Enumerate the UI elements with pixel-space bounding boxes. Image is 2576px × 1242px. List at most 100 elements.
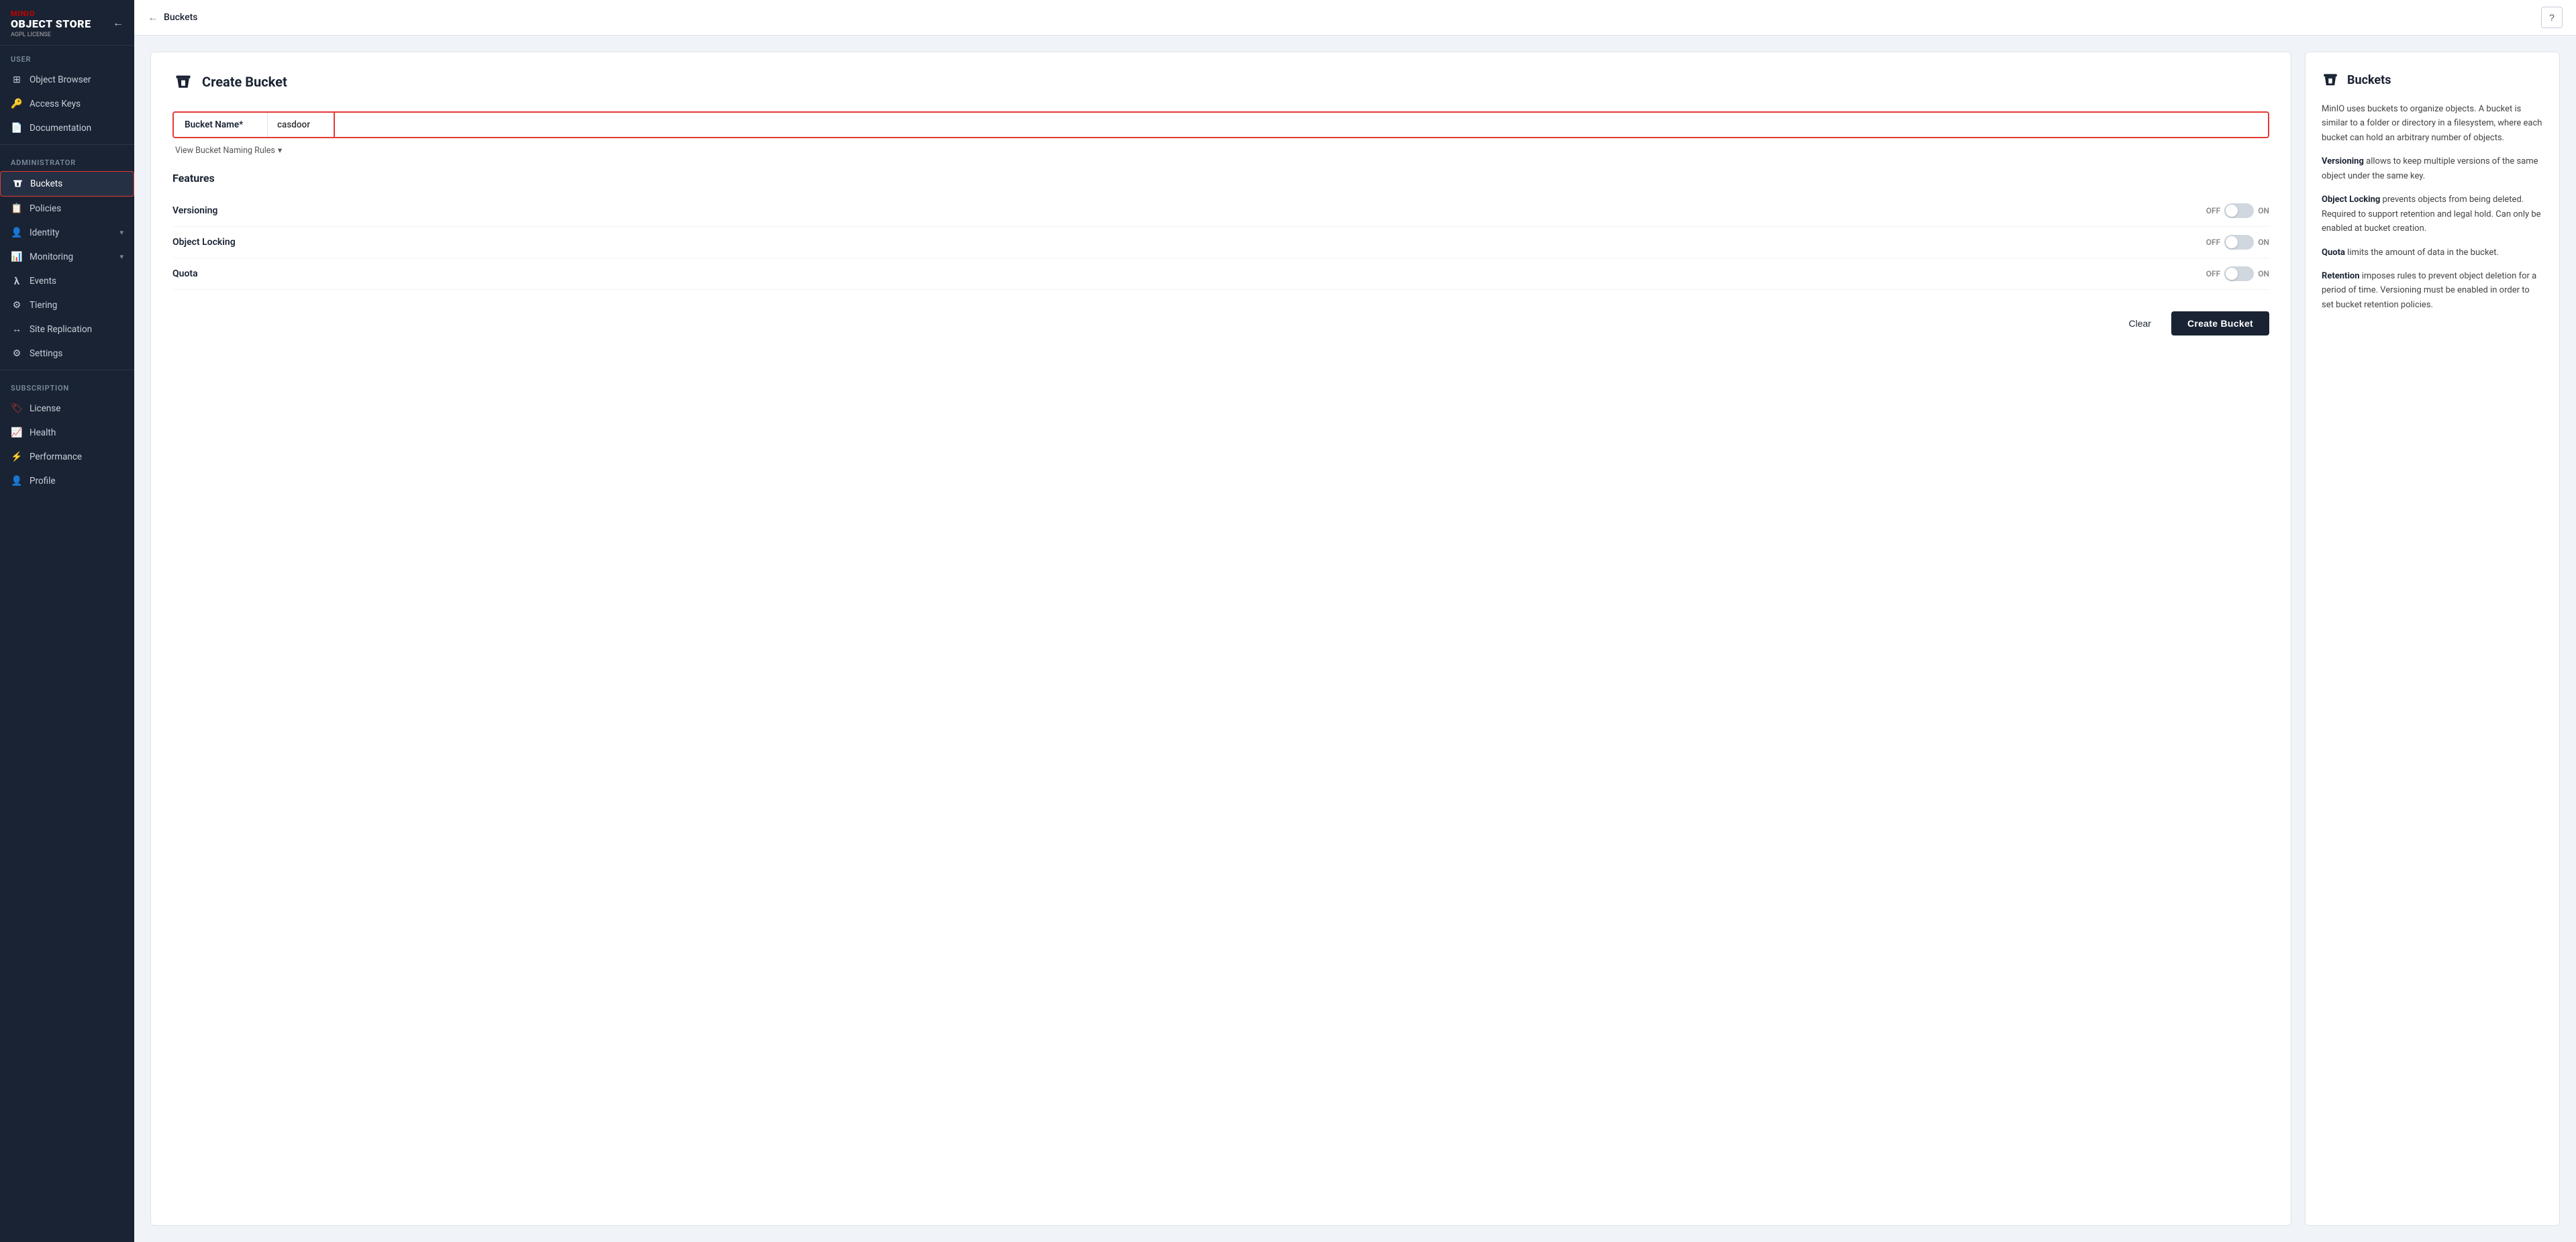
sidebar-item-documentation[interactable]: 📄 Documentation [0,116,134,140]
sidebar-item-identity[interactable]: 👤 Identity ▾ [0,221,134,245]
buckets-icon [11,178,23,190]
quota-toggle-thumb [2226,268,2238,280]
access-keys-icon: 🔑 [11,98,23,110]
versioning-toggle-thumb [2226,205,2238,217]
object-locking-row: Object Locking OFF ON [172,227,2269,258]
site-replication-icon: ↔ [11,323,23,335]
object-browser-icon: ⊞ [11,74,23,86]
help-button[interactable]: ? [2541,7,2563,28]
sidebar-item-tiering[interactable]: ⚙ Tiering [0,293,134,317]
form-card-title: Create Bucket [172,71,2269,93]
features-title: Features [172,172,2269,185]
sidebar-item-buckets[interactable]: Buckets [0,171,134,197]
sidebar-item-label: Identity [30,227,59,238]
quota-toggle-container: OFF ON [2206,266,2269,281]
quota-toggle[interactable] [2224,266,2254,281]
back-arrow-icon[interactable]: ← [148,11,158,24]
sidebar-item-events[interactable]: λ Events [0,269,134,293]
user-section-label: User [0,46,134,68]
sidebar-item-label: Events [30,276,56,287]
create-bucket-form-card: Create Bucket Bucket Name* casdoor View … [150,52,2291,1226]
bucket-name-row: Bucket Name* casdoor [172,111,2269,138]
sidebar-item-label: Tiering [30,300,57,311]
monitoring-icon: 📊 [11,251,23,263]
sidebar-item-label: Monitoring [30,252,73,262]
object-locking-toggle-container: OFF ON [2206,235,2269,250]
object-locking-toggle[interactable] [2224,235,2254,250]
sidebar-item-profile[interactable]: 👤 Profile [0,469,134,493]
sidebar-item-performance[interactable]: ⚡ Performance [0,445,134,469]
info-paragraph-quota: Quota limits the amount of data in the b… [2322,246,2543,260]
subscription-section-label: Subscription [0,374,134,397]
sidebar-item-label: Health [30,427,56,438]
sidebar-logo: MINIO OBJECT STORE AGPL LICENSE ← [0,0,134,46]
sidebar-item-site-replication[interactable]: ↔ Site Replication [0,317,134,342]
help-icon: ? [2549,12,2555,23]
create-bucket-button[interactable]: Create Bucket [2171,311,2269,335]
quota-bold: Quota [2322,248,2345,258]
sidebar-item-settings[interactable]: ⚙ Settings [0,342,134,366]
chevron-down-icon: ▾ [119,252,123,261]
identity-icon: 👤 [11,227,23,239]
info-paragraph-versioning: Versioning allows to keep multiple versi… [2322,154,2543,183]
object-locking-label: Object Locking [172,237,236,248]
breadcrumb-buckets-link[interactable]: Buckets [164,12,197,23]
logo-object-store: OBJECT STORE [11,18,91,30]
bucket-name-value: casdoor [268,113,335,137]
sidebar-item-label: License [30,403,60,414]
bucket-info-icon [2322,71,2339,89]
health-icon: 📈 [11,427,23,439]
sidebar-item-license[interactable]: 🏷 License [0,397,134,421]
documentation-icon: 📄 [11,122,23,134]
info-card: Buckets MinIO uses buckets to organize o… [2305,52,2560,1226]
collapse-sidebar-button[interactable]: ← [113,17,123,30]
naming-rules-link[interactable]: View Bucket Naming Rules ▾ [172,145,2269,156]
form-actions: Clear Create Bucket [172,311,2269,335]
license-icon: 🏷 [11,403,23,415]
versioning-toggle[interactable] [2224,203,2254,218]
sidebar: MINIO OBJECT STORE AGPL LICENSE ← User ⊞… [0,0,134,1242]
quota-row: Quota OFF ON [172,258,2269,290]
object-locking-bold: Object Locking [2322,195,2380,205]
main-content: ← Buckets ? Create Bucket Bucket Name* [134,0,2576,1242]
sidebar-item-label: Buckets [30,178,62,189]
info-paragraph-retention: Retention imposes rules to prevent objec… [2322,269,2543,312]
sidebar-item-label: Performance [30,452,82,462]
object-locking-toggle-thumb [2226,236,2238,248]
sidebar-item-access-keys[interactable]: 🔑 Access Keys [0,92,134,116]
sidebar-item-label: Policies [30,203,61,214]
quota-desc: limits the amount of data in the bucket. [2345,248,2499,258]
versioning-off-label: OFF [2206,206,2220,215]
sidebar-item-object-browser[interactable]: ⊞ Object Browser [0,68,134,92]
versioning-on-label: ON [2258,206,2269,215]
chevron-down-icon: ▾ [119,228,123,237]
settings-icon: ⚙ [11,348,23,360]
sidebar-item-label: Access Keys [30,99,81,109]
bucket-title-icon [172,71,194,93]
sidebar-item-label: Settings [30,348,62,359]
sidebar-item-monitoring[interactable]: 📊 Monitoring ▾ [0,245,134,269]
quota-label: Quota [172,268,198,279]
topbar: ← Buckets ? [134,0,2576,36]
info-card-title: Buckets [2322,71,2543,89]
logo-agpl: AGPL LICENSE [11,32,91,38]
divider-1 [0,144,134,145]
info-paragraph-1: MinIO uses buckets to organize objects. … [2322,102,2543,145]
retention-bold: Retention [2322,271,2360,281]
logo-text: MINIO OBJECT STORE AGPL LICENSE [11,9,91,38]
bucket-name-label: Bucket Name* [174,113,268,137]
clear-button[interactable]: Clear [2118,313,2161,334]
chevron-down-icon: ▾ [278,145,282,156]
performance-icon: ⚡ [11,451,23,463]
sidebar-item-label: Documentation [30,123,91,134]
tiering-icon: ⚙ [11,299,23,311]
admin-section-label: Administrator [0,149,134,171]
sidebar-item-label: Site Replication [30,324,92,335]
quota-on-label: ON [2258,269,2269,278]
sidebar-item-policies[interactable]: 📋 Policies [0,197,134,221]
policies-icon: 📋 [11,203,23,215]
versioning-bold: Versioning [2322,156,2364,166]
sidebar-item-label: Object Browser [30,74,91,85]
sidebar-item-health[interactable]: 📈 Health [0,421,134,445]
bucket-name-input[interactable] [335,113,2268,137]
